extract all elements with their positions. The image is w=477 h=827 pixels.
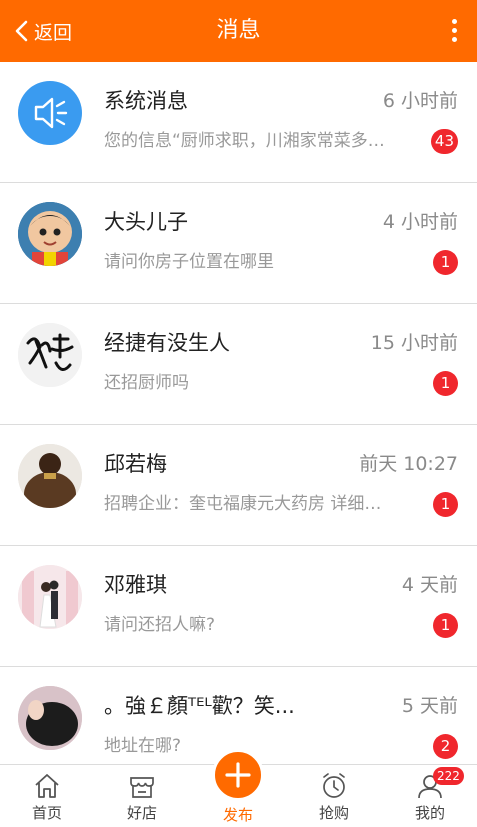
avatar bbox=[18, 202, 82, 266]
tab-label: 发布 bbox=[222, 806, 253, 824]
message-row[interactable]: 大头儿子 4 小时前 请问你房子位置在哪里 1 bbox=[0, 183, 477, 304]
message-row[interactable]: 邓雅琪 4 天前 请问还招人嘛? 1 bbox=[0, 546, 477, 667]
bottom-tab-bar: 首页 好店 发布 抢购 我的 222 bbox=[0, 749, 477, 827]
contact-name: 大头儿子 bbox=[104, 210, 188, 234]
contact-name: 系统消息 bbox=[104, 89, 188, 113]
tab-publish[interactable]: 发布 bbox=[203, 749, 273, 827]
tab-label: 抢购 bbox=[318, 804, 349, 822]
tab-label: 好店 bbox=[126, 804, 157, 822]
unread-badge: 1 bbox=[433, 613, 458, 638]
message-time: 前天 10:27 bbox=[359, 453, 458, 475]
contact-name: 经捷有没生人 bbox=[104, 331, 230, 355]
plus-icon bbox=[225, 762, 251, 788]
speaker-icon bbox=[18, 81, 82, 145]
message-preview: 招聘企业：奎屯福康元大药房 详细… bbox=[104, 494, 382, 514]
shop-icon bbox=[130, 777, 154, 798]
message-time: 6 小时前 bbox=[382, 90, 458, 112]
message-preview: 请问你房子位置在哪里 bbox=[104, 252, 274, 272]
message-preview: 您的信息“厨师求职，川湘家常菜多… bbox=[104, 131, 385, 151]
unread-badge: 1 bbox=[433, 492, 458, 517]
tab-shop[interactable]: 好店 bbox=[107, 765, 177, 827]
message-row[interactable]: 邱若梅 前天 10:27 招聘企业：奎屯福康元大药房 详细… 1 bbox=[0, 425, 477, 546]
more-vertical-icon[interactable] bbox=[449, 16, 459, 46]
message-time: 15 小时前 bbox=[370, 332, 458, 354]
avatar bbox=[18, 565, 82, 629]
alarm-clock-icon bbox=[323, 773, 345, 798]
avatar bbox=[18, 686, 82, 750]
unread-badge: 43 bbox=[430, 129, 458, 154]
tab-mine[interactable]: 我的 222 bbox=[395, 765, 465, 827]
message-preview: 还招厨师吗 bbox=[104, 373, 189, 393]
message-list: 系统消息 6 小时前 您的信息“厨师求职，川湘家常菜多… 43 大头儿子 4 小… bbox=[0, 62, 477, 764]
contact-name: 邱若梅 bbox=[104, 452, 167, 476]
message-preview: 地址在哪? bbox=[104, 736, 182, 756]
message-row[interactable]: 经捷有没生人 15 小时前 还招厨师吗 1 bbox=[0, 304, 477, 425]
page-title: 消息 bbox=[216, 18, 261, 43]
contact-name: 邓雅琪 bbox=[104, 573, 167, 597]
top-bar: 返回 消息 bbox=[0, 0, 477, 62]
unread-badge: 1 bbox=[433, 250, 458, 275]
message-row-system[interactable]: 系统消息 6 小时前 您的信息“厨师求职，川湘家常菜多… 43 bbox=[0, 62, 477, 183]
message-time: 4 天前 bbox=[401, 574, 458, 596]
message-time: 5 天前 bbox=[401, 695, 458, 717]
tab-label: 我的 bbox=[414, 804, 445, 822]
contact-name: 。強￡顏ᵀᴱᴸ歡？笑... bbox=[104, 694, 295, 718]
avatar bbox=[18, 323, 82, 387]
tab-flash-sale[interactable]: 抢购 bbox=[299, 765, 369, 827]
message-time: 4 小时前 bbox=[382, 211, 458, 233]
notification-badge: 222 bbox=[433, 767, 464, 785]
tab-home[interactable]: 首页 bbox=[12, 765, 82, 827]
tab-label: 首页 bbox=[31, 804, 62, 822]
home-icon bbox=[35, 774, 59, 798]
unread-badge: 1 bbox=[433, 371, 458, 396]
unread-badge: 2 bbox=[433, 734, 458, 759]
message-preview: 请问还招人嘛? bbox=[104, 615, 216, 635]
avatar bbox=[18, 444, 82, 508]
